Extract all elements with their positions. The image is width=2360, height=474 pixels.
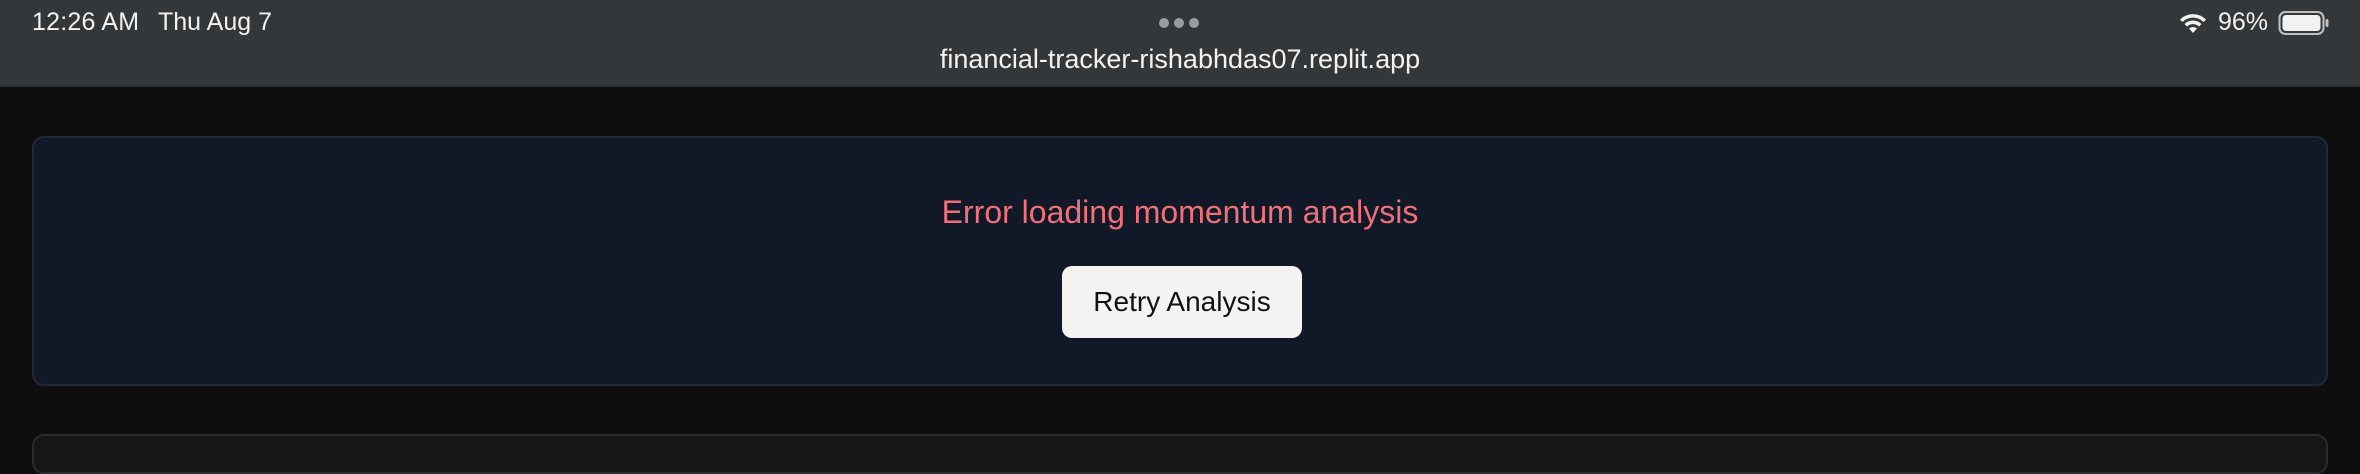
address-bar-url[interactable]: financial-tracker-rishabhdas07.replit.ap… <box>0 44 2360 75</box>
status-indicators: 96% <box>2178 8 2330 37</box>
more-dots-icon[interactable] <box>1159 18 1199 28</box>
browser-top-bar: 12:26 AM Thu Aug 7 financial-tracker-ris… <box>0 0 2360 87</box>
battery-icon <box>2278 10 2330 36</box>
next-section-panel <box>32 434 2328 474</box>
momentum-analysis-panel: Error loading momentum analysis Retry An… <box>32 136 2328 386</box>
status-date: Thu Aug 7 <box>158 8 272 36</box>
retry-analysis-button[interactable]: Retry Analysis <box>1062 266 1302 338</box>
wifi-icon <box>2178 11 2208 35</box>
error-message: Error loading momentum analysis <box>941 194 1419 230</box>
status-time: 12:26 AM <box>32 8 140 36</box>
battery-percent: 96% <box>2217 8 2268 36</box>
